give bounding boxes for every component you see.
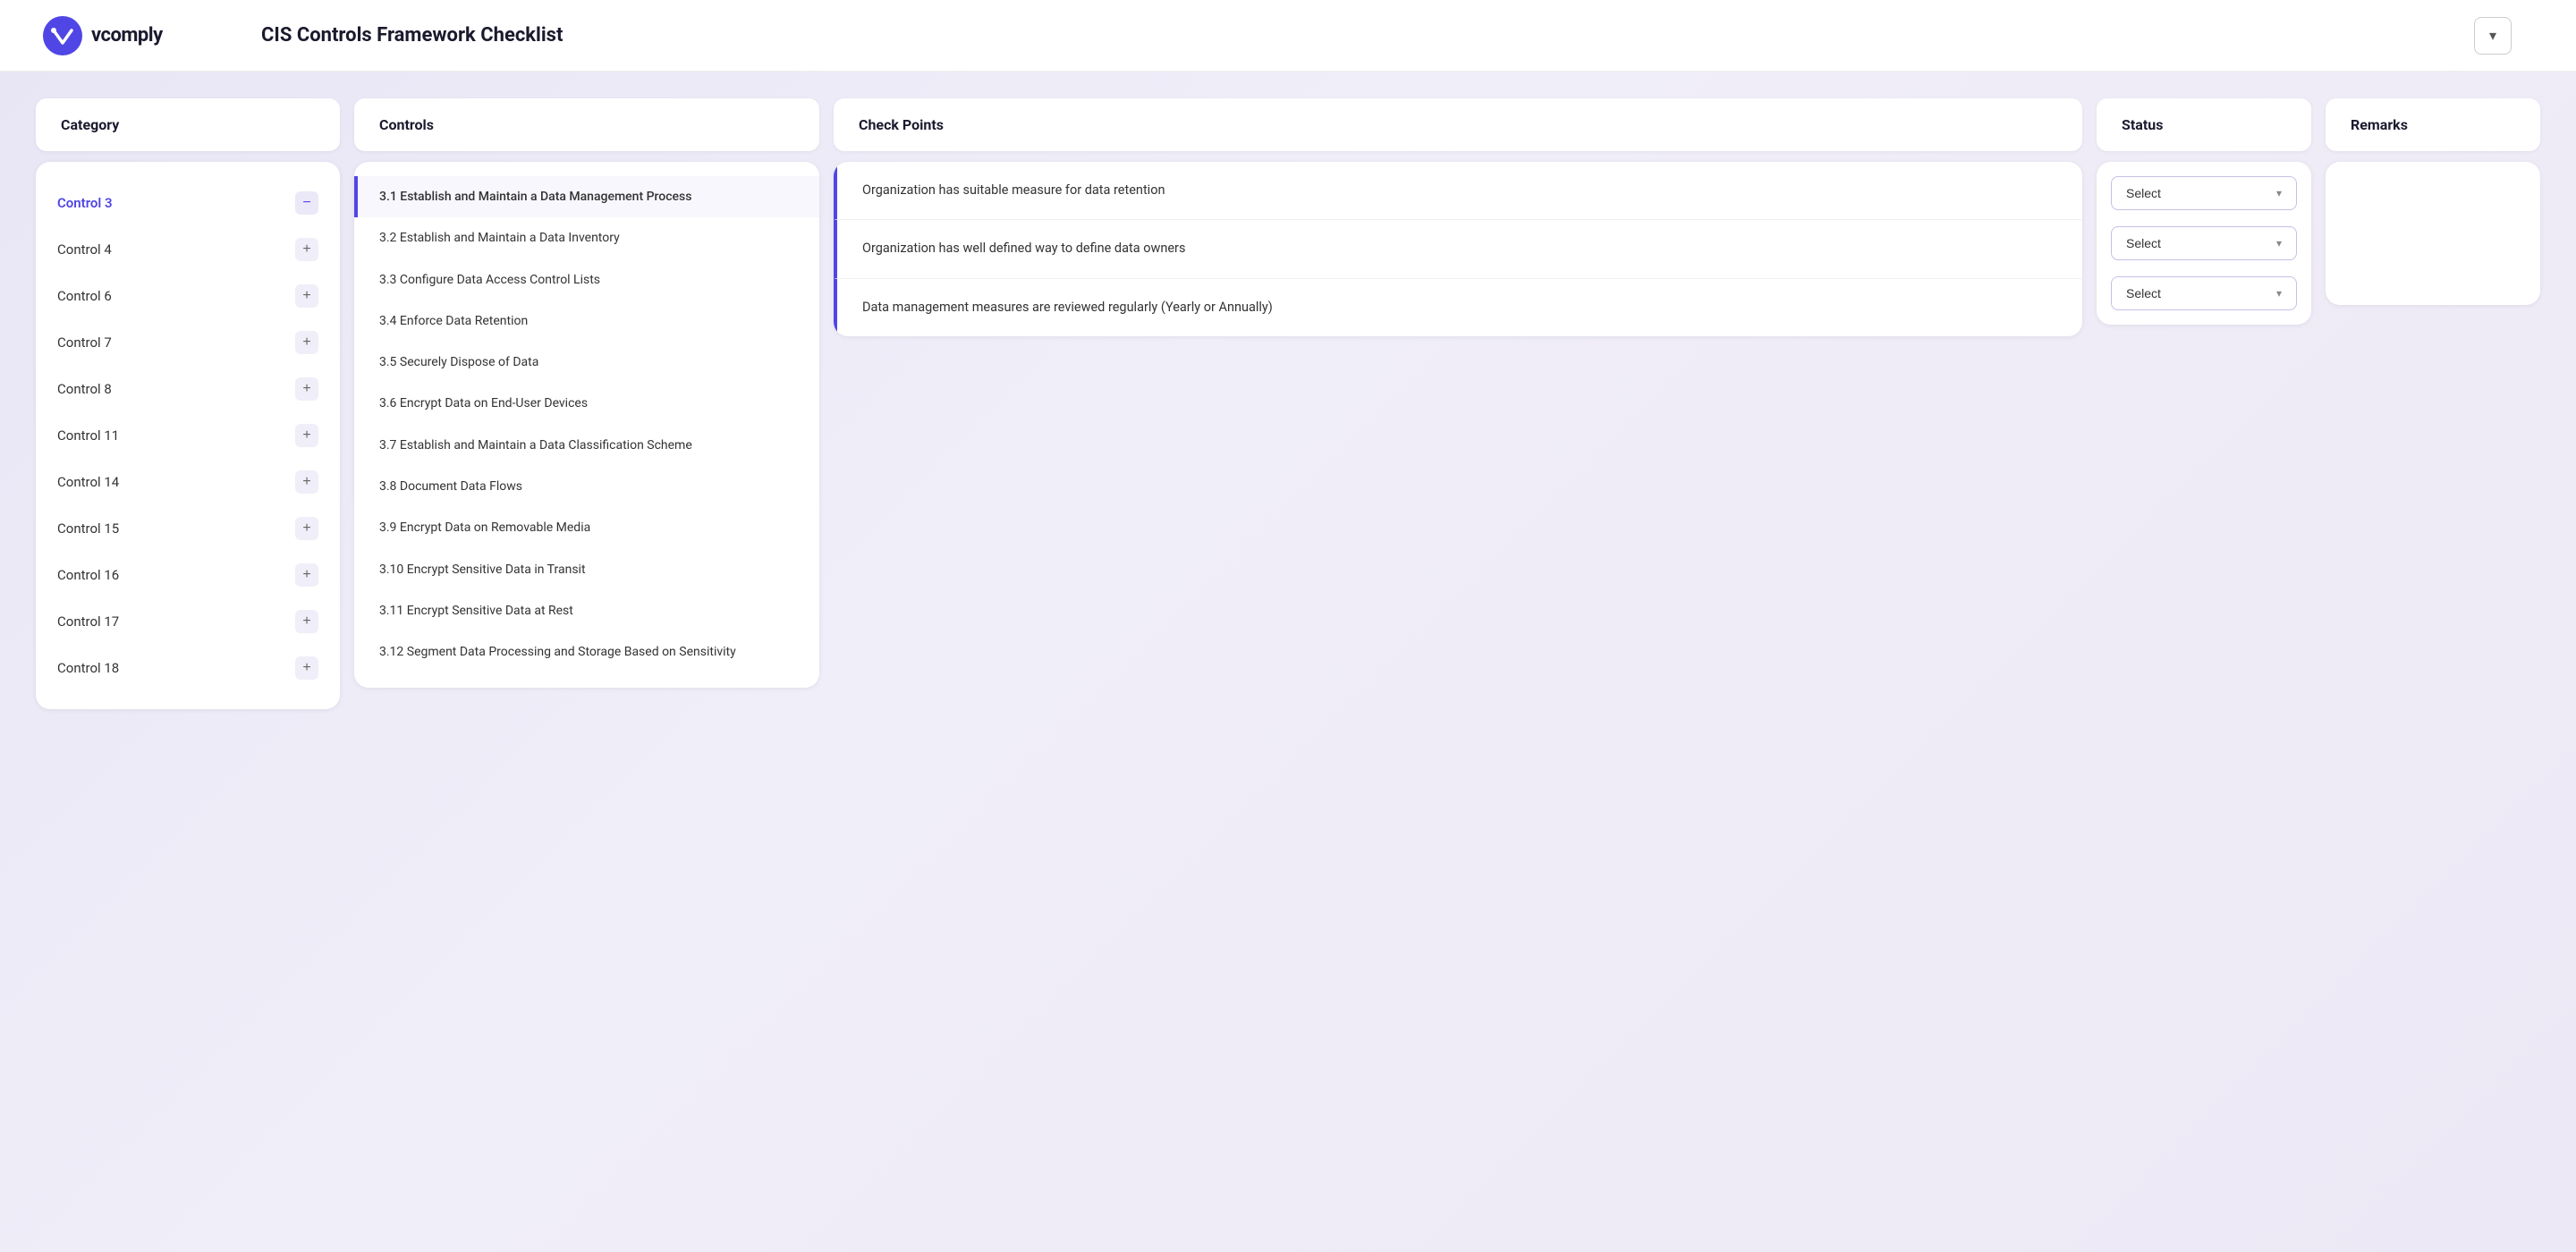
header-title-area: CIS Controls Framework Checklist ▾ — [240, 17, 2533, 55]
category-toggle-cat-control-15[interactable]: + — [295, 517, 318, 540]
control-label: 3.11 Encrypt Sensitive Data at Rest — [379, 604, 573, 618]
category-toggle-cat-control-3[interactable]: − — [295, 191, 318, 215]
chevron-down-icon: ▾ — [2489, 27, 2496, 45]
category-toggle-cat-control-16[interactable]: + — [295, 563, 318, 587]
status-select-sel-1[interactable]: Select ▾ — [2111, 176, 2297, 210]
control-label: 3.6 Encrypt Data on End-User Devices — [379, 396, 588, 410]
app-header: vcomply CIS Controls Framework Checklist… — [0, 0, 2576, 72]
checkpoints-column-header: Check Points — [834, 98, 2082, 151]
status-panel: Select ▾ Select ▾ Select ▾ — [2097, 162, 2311, 325]
status-select-sel-2[interactable]: Select ▾ — [2111, 226, 2297, 260]
select-label: Select — [2126, 186, 2161, 200]
category-toggle-cat-control-11[interactable]: + — [295, 424, 318, 447]
select-chevron-icon: ▾ — [2276, 187, 2282, 199]
control-item-ctrl-3-7[interactable]: 3.7 Establish and Maintain a Data Classi… — [354, 425, 819, 466]
category-item-cat-control-15[interactable]: Control 15 + — [36, 505, 340, 552]
category-label: Control 7 — [57, 334, 112, 351]
control-item-ctrl-3-2[interactable]: 3.2 Establish and Maintain a Data Invent… — [354, 217, 819, 258]
control-item-ctrl-3-9[interactable]: 3.9 Encrypt Data on Removable Media — [354, 507, 819, 548]
category-label: Control 6 — [57, 288, 112, 304]
category-item-cat-control-6[interactable]: Control 6 + — [36, 273, 340, 319]
category-item-cat-control-3[interactable]: Control 3 − — [36, 180, 340, 226]
status-column-header: Status — [2097, 98, 2311, 151]
category-toggle-cat-control-17[interactable]: + — [295, 610, 318, 633]
control-item-ctrl-3-12[interactable]: 3.12 Segment Data Processing and Storage… — [354, 631, 819, 673]
control-label: 3.9 Encrypt Data on Removable Media — [379, 520, 590, 535]
control-label: 3.2 Establish and Maintain a Data Invent… — [379, 231, 620, 245]
checkpoint-item-cp-1: Organization has suitable measure for da… — [834, 162, 2082, 220]
control-item-ctrl-3-11[interactable]: 3.11 Encrypt Sensitive Data at Rest — [354, 590, 819, 631]
control-label: 3.5 Securely Dispose of Data — [379, 355, 538, 369]
control-item-ctrl-3-1[interactable]: 3.1 Establish and Maintain a Data Manage… — [354, 176, 819, 217]
category-toggle-cat-control-7[interactable]: + — [295, 331, 318, 354]
select-label: Select — [2126, 236, 2161, 250]
vcomply-logo-icon — [43, 16, 82, 55]
checkpoint-item-cp-2: Organization has well defined way to def… — [834, 220, 2082, 278]
category-toggle-cat-control-8[interactable]: + — [295, 377, 318, 401]
category-item-cat-control-16[interactable]: Control 16 + — [36, 552, 340, 598]
control-item-ctrl-3-3[interactable]: 3.3 Configure Data Access Control Lists — [354, 259, 819, 300]
content-row: Control 3 − Control 4 + Control 6 + Cont… — [36, 162, 2540, 709]
category-item-cat-control-11[interactable]: Control 11 + — [36, 412, 340, 459]
select-chevron-icon: ▾ — [2276, 237, 2282, 250]
category-toggle-cat-control-6[interactable]: + — [295, 284, 318, 308]
category-label: Control 11 — [57, 427, 119, 444]
category-label: Control 15 — [57, 520, 119, 537]
category-item-cat-control-8[interactable]: Control 8 + — [36, 366, 340, 412]
control-item-ctrl-3-4[interactable]: 3.4 Enforce Data Retention — [354, 300, 819, 342]
category-label: Control 3 — [57, 195, 113, 211]
category-label: Control 8 — [57, 381, 112, 397]
logo-text: vcomply — [91, 24, 163, 47]
control-label: 3.3 Configure Data Access Control Lists — [379, 273, 600, 287]
control-label: 3.8 Document Data Flows — [379, 479, 522, 494]
select-label: Select — [2126, 286, 2161, 300]
category-label: Control 17 — [57, 613, 119, 630]
checkpoint-text: Data management measures are reviewed re… — [862, 299, 1273, 317]
page-title: CIS Controls Framework Checklist — [261, 24, 563, 47]
main-content: Category Controls Check Points Status Re… — [0, 72, 2576, 736]
checkpoints-panel: Organization has suitable measure for da… — [834, 162, 2082, 336]
control-item-ctrl-3-8[interactable]: 3.8 Document Data Flows — [354, 466, 819, 507]
control-item-ctrl-3-10[interactable]: 3.10 Encrypt Sensitive Data in Transit — [354, 549, 819, 590]
category-toggle-cat-control-14[interactable]: + — [295, 470, 318, 494]
control-item-ctrl-3-5[interactable]: 3.5 Securely Dispose of Data — [354, 342, 819, 383]
category-item-cat-control-4[interactable]: Control 4 + — [36, 226, 340, 273]
category-item-cat-control-18[interactable]: Control 18 + — [36, 645, 340, 691]
header-chevron-button[interactable]: ▾ — [2474, 17, 2512, 55]
remarks-panel — [2326, 162, 2540, 305]
category-label: Control 18 — [57, 660, 119, 676]
control-label: 3.1 Establish and Maintain a Data Manage… — [379, 190, 691, 204]
status-select-sel-3[interactable]: Select ▾ — [2111, 276, 2297, 310]
checkpoint-text: Organization has suitable measure for da… — [862, 182, 1165, 199]
select-chevron-icon: ▾ — [2276, 287, 2282, 300]
controls-column-header: Controls — [354, 98, 819, 151]
logo-area: vcomply — [43, 16, 240, 55]
category-item-cat-control-17[interactable]: Control 17 + — [36, 598, 340, 645]
category-item-cat-control-7[interactable]: Control 7 + — [36, 319, 340, 366]
category-column-header: Category — [36, 98, 340, 151]
control-label: 3.4 Enforce Data Retention — [379, 314, 528, 328]
control-label: 3.12 Segment Data Processing and Storage… — [379, 645, 736, 659]
control-label: 3.10 Encrypt Sensitive Data in Transit — [379, 563, 586, 577]
remarks-column-header: Remarks — [2326, 98, 2540, 151]
control-label: 3.7 Establish and Maintain a Data Classi… — [379, 438, 692, 453]
controls-panel: 3.1 Establish and Maintain a Data Manage… — [354, 162, 819, 688]
category-label: Control 16 — [57, 567, 119, 583]
category-toggle-cat-control-4[interactable]: + — [295, 238, 318, 261]
category-item-cat-control-14[interactable]: Control 14 + — [36, 459, 340, 505]
column-headers: Category Controls Check Points Status Re… — [36, 98, 2540, 151]
category-label: Control 14 — [57, 474, 119, 490]
control-item-ctrl-3-6[interactable]: 3.6 Encrypt Data on End-User Devices — [354, 383, 819, 424]
category-panel: Control 3 − Control 4 + Control 6 + Cont… — [36, 162, 340, 709]
checkpoint-item-cp-3: Data management measures are reviewed re… — [834, 279, 2082, 336]
category-label: Control 4 — [57, 241, 112, 258]
checkpoint-text: Organization has well defined way to def… — [862, 240, 1185, 258]
category-toggle-cat-control-18[interactable]: + — [295, 656, 318, 680]
